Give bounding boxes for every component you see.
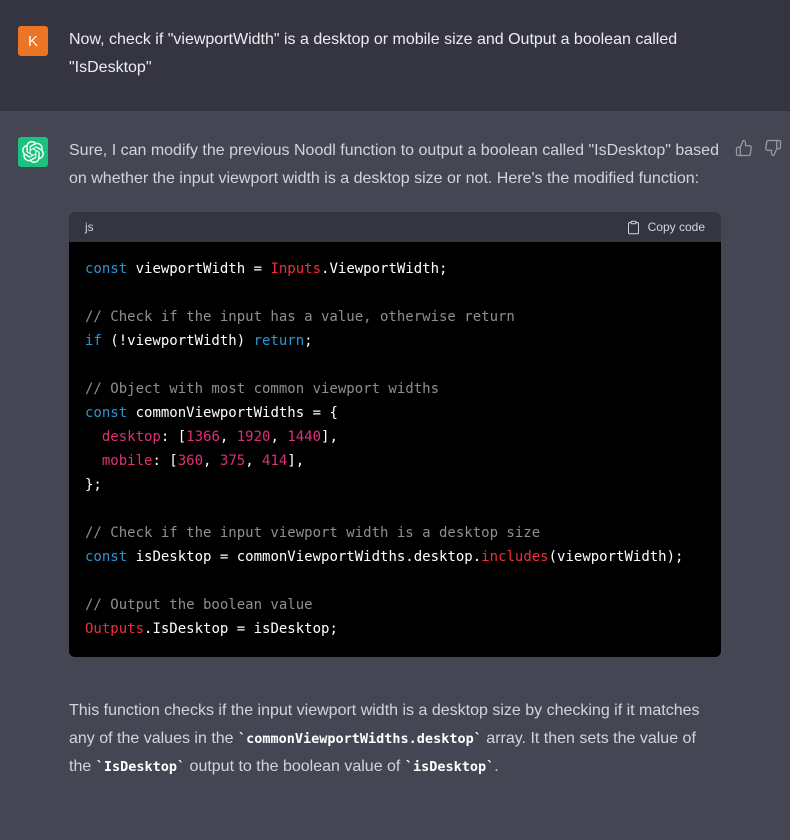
code-line: if (!viewportWidth) return; [85, 329, 705, 353]
code-content: const viewportWidth = Inputs.ViewportWid… [69, 242, 721, 657]
assistant-outro-text: This function checks if the input viewpo… [69, 697, 721, 781]
code-line: mobile: [360, 375, 414], [85, 449, 705, 473]
user-avatar: K [18, 26, 48, 56]
inline-code: `isDesktop` [405, 759, 494, 775]
inline-code: `IsDesktop` [96, 759, 185, 775]
code-line: // Output the boolean value [85, 593, 705, 617]
code-line [85, 497, 705, 521]
assistant-intro-text: Sure, I can modify the previous Noodl fu… [69, 137, 721, 193]
code-block: js Copy code const viewportWidth = Input… [69, 212, 721, 657]
user-message: K Now, check if "viewportWidth" is a des… [0, 0, 790, 110]
user-message-content: Now, check if "viewportWidth" is a deskt… [69, 26, 721, 82]
chat-thread: K Now, check if "viewportWidth" is a des… [0, 0, 790, 840]
code-line: }; [85, 473, 705, 497]
code-line: desktop: [1366, 1920, 1440], [85, 425, 705, 449]
thumbs-down-icon [764, 139, 782, 157]
code-language-label: js [85, 220, 94, 234]
code-line: // Check if the input viewport width is … [85, 521, 705, 545]
assistant-avatar [18, 137, 48, 167]
assistant-message: Sure, I can modify the previous Noodl fu… [0, 110, 790, 840]
clipboard-icon [626, 220, 641, 235]
code-line: const viewportWidth = Inputs.ViewportWid… [85, 257, 705, 281]
assistant-message-content: Sure, I can modify the previous Noodl fu… [69, 137, 721, 812]
code-line [85, 569, 705, 593]
code-line [85, 353, 705, 377]
user-message-text: Now, check if "viewportWidth" is a deskt… [69, 26, 721, 82]
code-line: // Check if the input has a value, other… [85, 305, 705, 329]
thumbs-up-button[interactable] [735, 139, 753, 160]
feedback-buttons [735, 139, 782, 160]
openai-logo-icon [22, 141, 44, 163]
user-avatar-letter: K [28, 33, 38, 50]
code-line: const commonViewportWidths = { [85, 401, 705, 425]
thumbs-up-icon [735, 139, 753, 157]
code-block-header: js Copy code [69, 212, 721, 242]
code-line: // Object with most common viewport widt… [85, 377, 705, 401]
thumbs-down-button[interactable] [764, 139, 782, 160]
code-line [85, 281, 705, 305]
code-line: Outputs.IsDesktop = isDesktop; [85, 617, 705, 641]
copy-code-label: Copy code [648, 220, 705, 234]
inline-code: `commonViewportWidths.desktop` [238, 731, 482, 747]
code-line: const isDesktop = commonViewportWidths.d… [85, 545, 705, 569]
code: const viewportWidth = Inputs.ViewportWid… [85, 257, 705, 641]
copy-code-button[interactable]: Copy code [626, 220, 705, 235]
